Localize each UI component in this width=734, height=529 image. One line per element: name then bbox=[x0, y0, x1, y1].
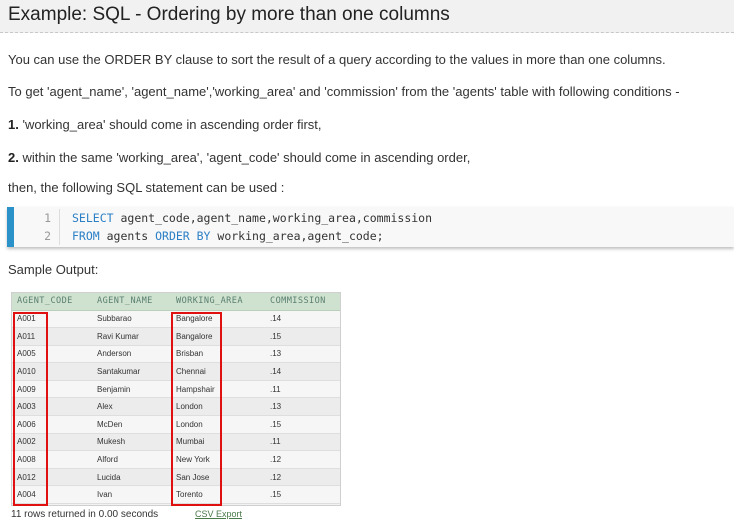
table-cell: .11 bbox=[265, 433, 340, 452]
statement-intro: then, the following SQL statement can be… bbox=[8, 180, 285, 195]
table-row: A005 Anderson Brisban .13 bbox=[12, 345, 340, 364]
table-cell: Mukesh bbox=[92, 433, 171, 452]
table-cell: A003 bbox=[12, 397, 92, 417]
table-row: A009 Benjamin Hampshair .11 bbox=[12, 380, 340, 399]
table-cell: A010 bbox=[12, 362, 92, 381]
code-line-1: 1 SELECT agent_code,agent_name,working_a… bbox=[14, 209, 734, 227]
table-cell: Chennai bbox=[171, 362, 265, 381]
table-row: A011 Ravi Kumar Bangalore .15 bbox=[12, 327, 340, 346]
table-cell: .13 bbox=[265, 397, 340, 417]
intro-paragraph: You can use the ORDER BY clause to sort … bbox=[8, 52, 666, 67]
sql-code-block[interactable]: 1 SELECT agent_code,agent_name,working_a… bbox=[7, 207, 734, 247]
table-cell: A009 bbox=[12, 380, 92, 399]
table-cell: Benjamin bbox=[92, 380, 171, 399]
condition-2-text: within the same 'working_area', 'agent_c… bbox=[18, 150, 471, 165]
table-row: A012 Lucida San Jose .12 bbox=[12, 468, 340, 487]
code-fragment: working_area,agent_code; bbox=[210, 229, 384, 243]
table-cell: A008 bbox=[12, 450, 92, 469]
rows-returned-text: 11 rows returned in 0.00 seconds bbox=[11, 509, 159, 520]
table-row: A006 McDen London .15 bbox=[12, 415, 340, 434]
table-cell: Mumbai bbox=[171, 433, 265, 452]
table-cell: .14 bbox=[265, 362, 340, 381]
task-paragraph: To get 'agent_name', 'agent_name','worki… bbox=[8, 84, 680, 99]
table-cell: McDen bbox=[92, 415, 171, 434]
table-cell: Bangalore bbox=[171, 310, 265, 329]
table-cell: A006 bbox=[12, 415, 92, 434]
table-cell: A005 bbox=[12, 345, 92, 364]
table-cell: New York bbox=[171, 450, 265, 469]
table-cell: Brisban bbox=[171, 345, 265, 364]
condition-2-number: 2. bbox=[8, 150, 19, 165]
code-fragment: agents bbox=[99, 229, 156, 243]
table-cell: London bbox=[171, 415, 265, 434]
column-header: WORKING_AREA bbox=[171, 293, 265, 311]
table-cell: Lucida bbox=[92, 468, 171, 487]
table-row: A010 Santakumar Chennai .14 bbox=[12, 362, 340, 381]
table-body: A001 Subbarao Bangalore .14 A011 Ravi Kumar Ba… bbox=[12, 310, 340, 505]
table-cell: A002 bbox=[12, 433, 92, 452]
code-fragment: agent_code,agent_name,working_area,commi… bbox=[113, 211, 433, 225]
table-cell: Hampshair bbox=[171, 380, 265, 399]
table-cell: Anderson bbox=[92, 345, 171, 364]
table-row: A001 Subbarao Bangalore .14 bbox=[12, 310, 340, 329]
table-header-row: AGENT_CODE AGENT_NAME WORKING_AREA COMMI… bbox=[12, 293, 340, 311]
table-cell: .15 bbox=[265, 415, 340, 434]
code-line-2: 2 FROM agents ORDER BY working_area,agen… bbox=[14, 227, 734, 245]
table-cell: .14 bbox=[265, 310, 340, 329]
table-cell: .15 bbox=[265, 485, 340, 505]
table-cell: London bbox=[171, 397, 265, 417]
table-cell: A012 bbox=[12, 468, 92, 487]
condition-2: 2. within the same 'working_area', 'agen… bbox=[8, 150, 470, 166]
sql-keyword: FROM bbox=[72, 229, 100, 243]
table-cell: Bangalore bbox=[171, 327, 265, 346]
csv-export-link[interactable]: CSV Export bbox=[195, 509, 242, 519]
line-number: 1 bbox=[14, 209, 60, 227]
table-cell: Alford bbox=[92, 450, 171, 469]
table-cell: Santakumar bbox=[92, 362, 171, 381]
table-cell: A011 bbox=[12, 327, 92, 346]
table-cell: .12 bbox=[265, 450, 340, 469]
sql-keyword: SELECT bbox=[72, 211, 114, 225]
page-title: Example: SQL - Ordering by more than one… bbox=[8, 4, 450, 25]
table-cell: Ivan bbox=[92, 485, 171, 505]
table-cell: Torento bbox=[171, 485, 265, 505]
sql-keyword: ORDER BY bbox=[155, 229, 211, 243]
result-table-panel: AGENT_CODE AGENT_NAME WORKING_AREA COMMI… bbox=[11, 292, 341, 506]
table-cell: .13 bbox=[265, 345, 340, 364]
column-header: COMMISSION bbox=[265, 293, 340, 311]
line-number: 2 bbox=[14, 227, 60, 245]
table-cell: San Jose bbox=[171, 468, 265, 487]
table-cell: .12 bbox=[265, 468, 340, 487]
condition-1-number: 1. bbox=[8, 117, 19, 132]
condition-1-text: 'working_area' should come in ascending … bbox=[18, 117, 322, 132]
table-cell: Subbarao bbox=[92, 310, 171, 329]
code-text: SELECT agent_code,agent_name,working_are… bbox=[72, 209, 432, 227]
table-cell: Alex bbox=[92, 397, 171, 417]
example-header: Example: SQL - Ordering by more than one… bbox=[0, 0, 734, 33]
result-table: AGENT_CODE AGENT_NAME WORKING_AREA COMMI… bbox=[12, 293, 340, 505]
table-cell: A001 bbox=[12, 310, 92, 329]
table-cell: A004 bbox=[12, 485, 92, 505]
column-header: AGENT_NAME bbox=[92, 293, 171, 311]
table-row: A003 Alex London .13 bbox=[12, 397, 340, 417]
table-row: A004 Ivan Torento .15 bbox=[12, 485, 340, 505]
table-row: A002 Mukesh Mumbai .11 bbox=[12, 433, 340, 452]
table-cell: .11 bbox=[265, 380, 340, 399]
code-text: FROM agents ORDER BY working_area,agent_… bbox=[72, 227, 384, 245]
condition-1: 1. 'working_area' should come in ascendi… bbox=[8, 117, 322, 133]
table-row: A008 Alford New York .12 bbox=[12, 450, 340, 469]
table-cell: .15 bbox=[265, 327, 340, 346]
sample-output-label: Sample Output: bbox=[8, 262, 99, 277]
table-cell: Ravi Kumar bbox=[92, 327, 171, 346]
column-header: AGENT_CODE bbox=[12, 293, 92, 311]
